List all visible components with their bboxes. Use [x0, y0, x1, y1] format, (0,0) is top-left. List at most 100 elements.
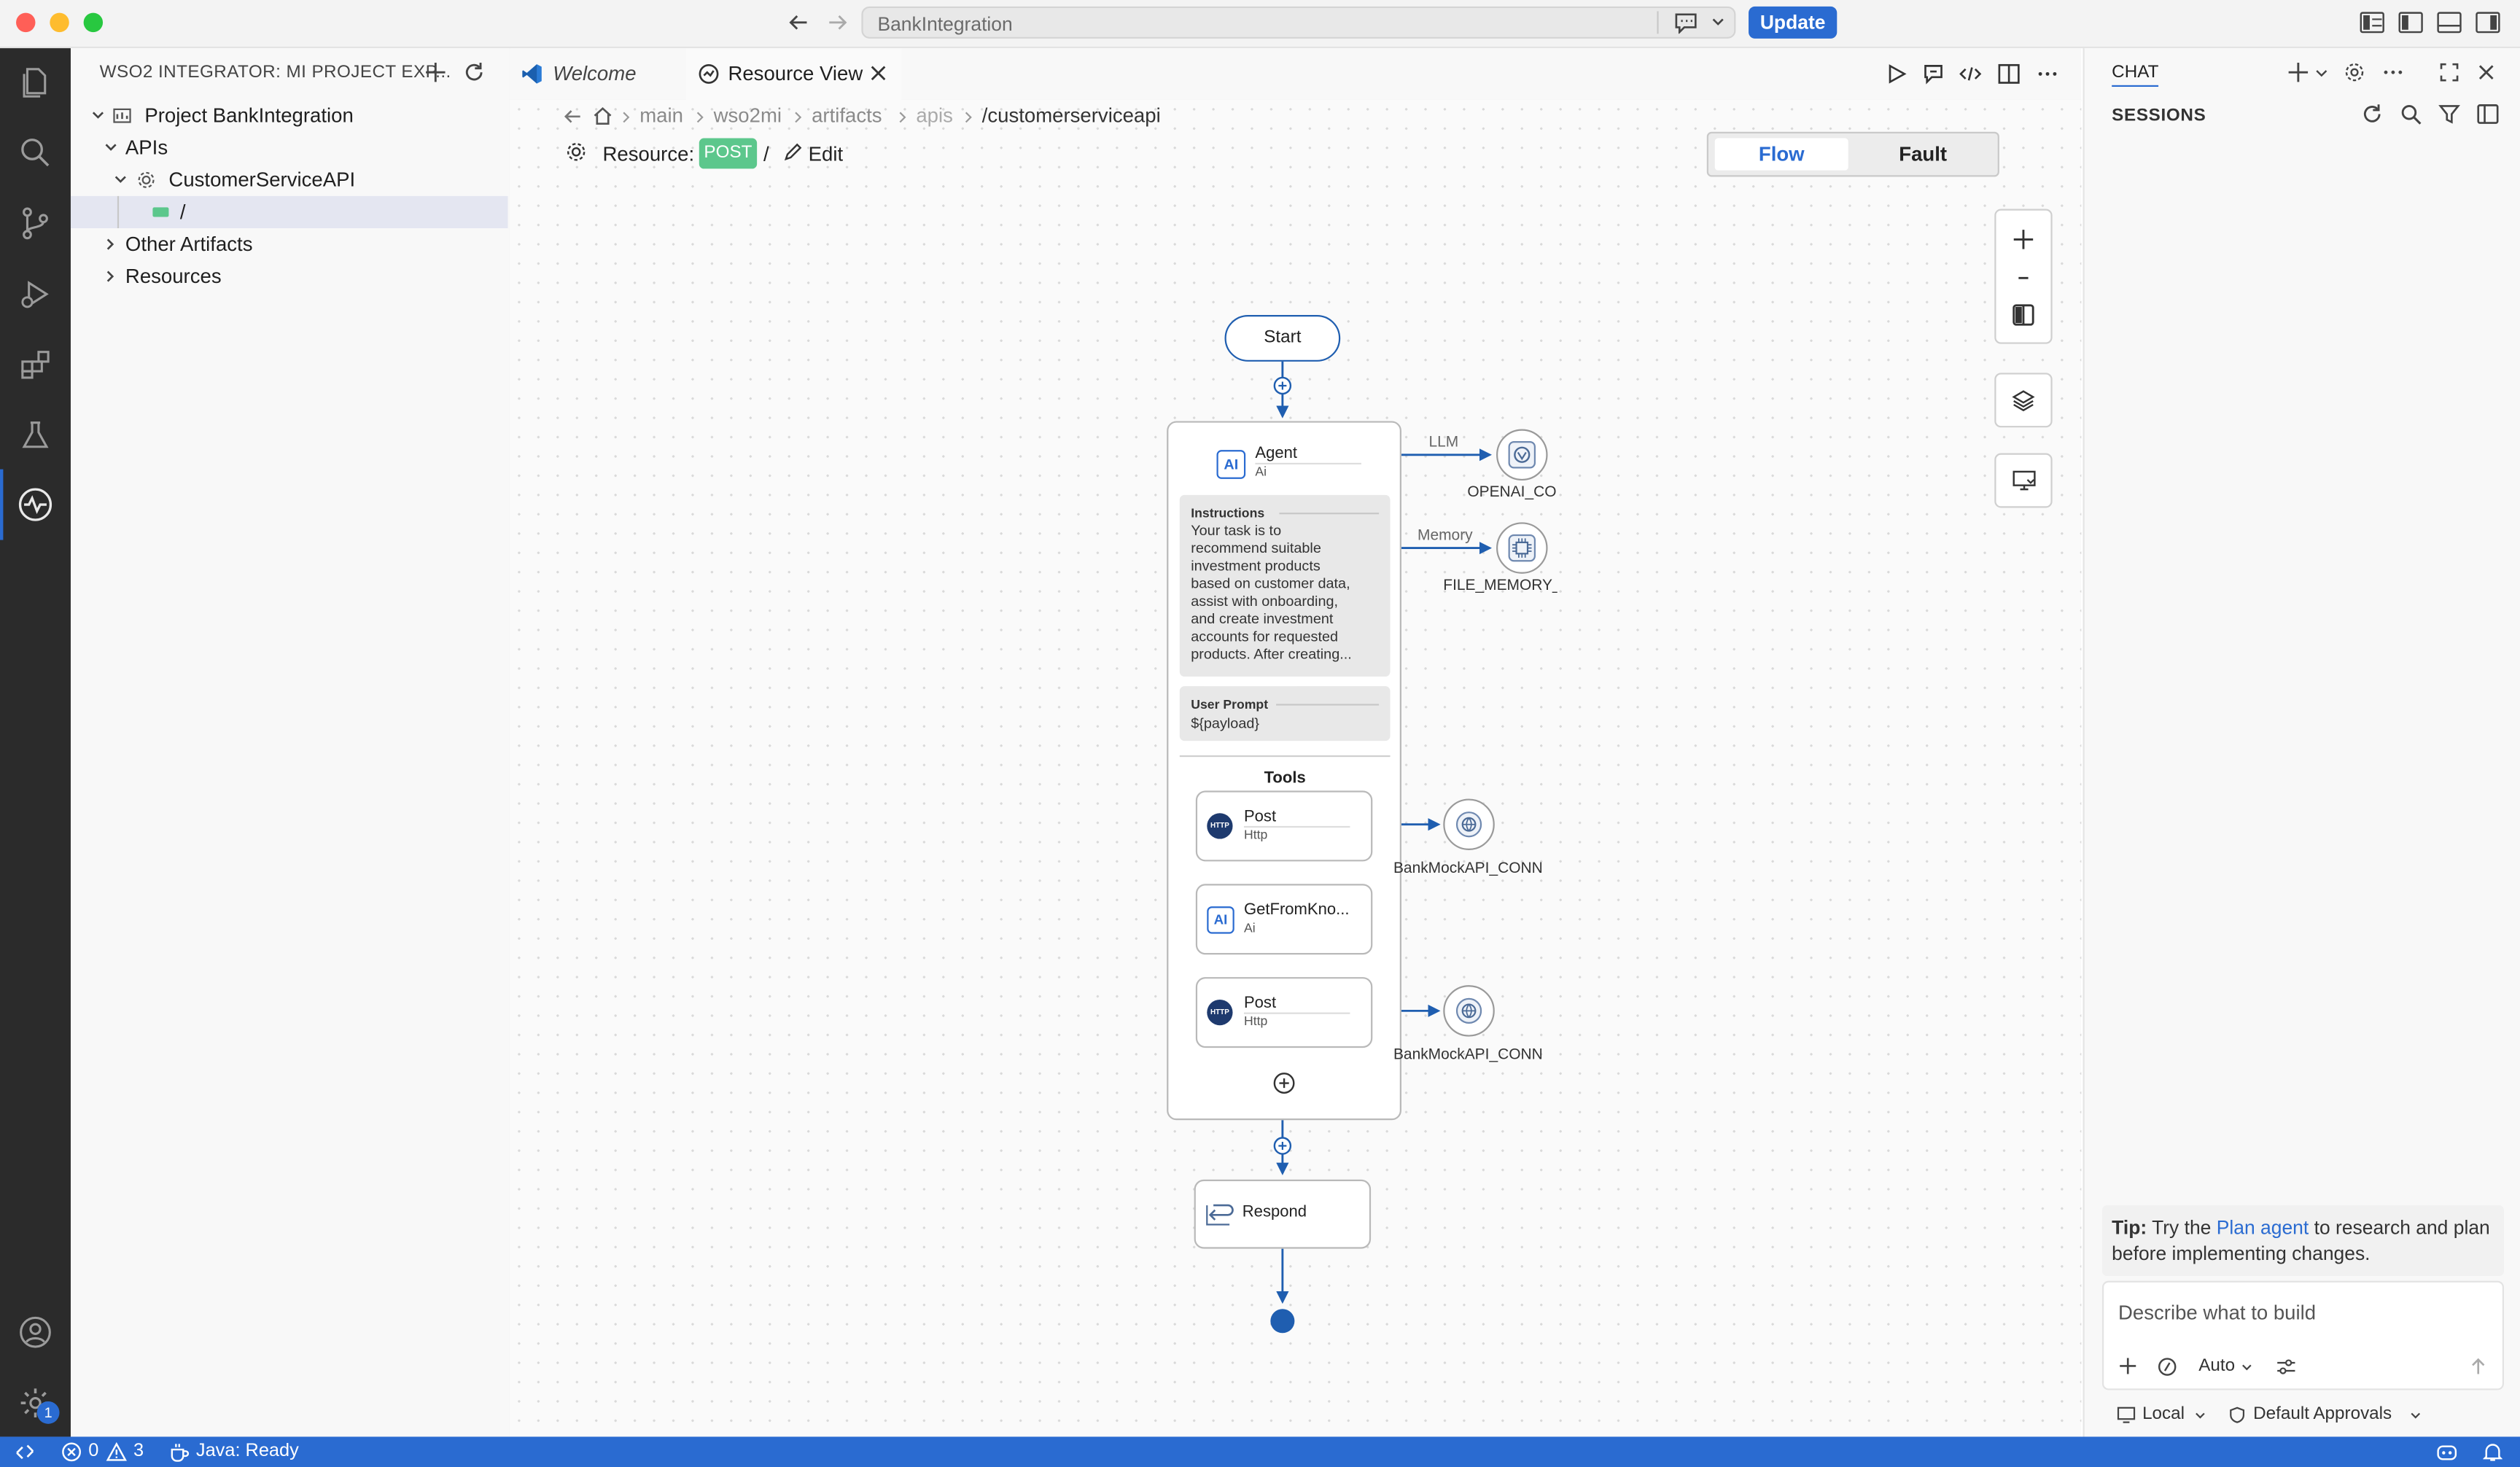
api-gear-icon	[136, 171, 155, 190]
settings-sliders-icon[interactable]	[2276, 1356, 2297, 1377]
active-indicator	[0, 469, 4, 540]
bank-mock-api-connector-2[interactable]	[1443, 985, 1495, 1037]
chat-tab[interactable]: CHAT	[2112, 63, 2159, 87]
minimize-window-button[interactable]	[50, 12, 69, 33]
warning-count[interactable]: 3	[133, 1441, 144, 1460]
split-editor-icon[interactable]	[1998, 63, 2021, 85]
tree-item-other-artifacts[interactable]: Other Artifacts	[71, 228, 508, 260]
post-method-icon	[152, 207, 169, 217]
explorer-icon[interactable]	[16, 63, 55, 101]
testing-flask-icon[interactable]	[16, 416, 55, 455]
chevron-down-icon[interactable]	[1710, 15, 1726, 31]
add-context-icon[interactable]	[2118, 1356, 2137, 1375]
toggle-secondary-sidebar-icon[interactable]	[2475, 11, 2500, 34]
chevron-down-icon[interactable]	[2194, 1409, 2207, 1423]
new-chat-icon[interactable]	[2287, 61, 2309, 84]
divider	[1657, 11, 1659, 34]
search-icon[interactable]	[16, 133, 55, 172]
tip-box: Tip: Try the Plan agent to research and …	[2101, 1205, 2504, 1277]
agent-subtitle: Ai	[1255, 464, 1267, 479]
tree-item-project[interactable]: Project BankIntegration	[71, 100, 508, 132]
instructions-line: and create investment	[1191, 610, 1334, 627]
toggle-sidebar-icon[interactable]	[2477, 103, 2500, 125]
java-status[interactable]: Java: Ready	[196, 1441, 299, 1460]
file-memory-connector[interactable]	[1496, 522, 1548, 574]
update-button[interactable]: Update	[1749, 6, 1838, 39]
command-center-search[interactable]: BankIntegration	[861, 6, 1736, 39]
remote-icon[interactable]	[15, 1441, 36, 1463]
back-arrow-icon[interactable]	[788, 11, 810, 34]
send-arrow-icon[interactable]	[2468, 1356, 2487, 1375]
chevron-down-icon[interactable]	[2409, 1409, 2422, 1423]
source-control-icon[interactable]	[16, 204, 55, 243]
approvals-picker[interactable]: Default Approvals	[2253, 1404, 2392, 1423]
filter-icon[interactable]	[2438, 103, 2461, 125]
instructions-line: assist with onboarding,	[1191, 593, 1339, 610]
toggle-primary-sidebar-icon[interactable]	[2398, 11, 2424, 34]
chat-input[interactable]: Describe what to build	[2118, 1301, 2316, 1324]
mode-picker[interactable]: Auto	[2198, 1356, 2235, 1375]
respond-node[interactable]: Respond	[1194, 1179, 1372, 1249]
copilot-icon[interactable]	[2435, 1441, 2459, 1463]
memory-chip-icon	[1507, 534, 1536, 563]
settings-gear-icon[interactable]	[2344, 61, 2366, 84]
agent-node[interactable]: AI Agent Ai Instructions Your task is to…	[1167, 421, 1401, 1121]
refresh-icon[interactable]	[2361, 103, 2384, 125]
tools-icon[interactable]	[2157, 1356, 2178, 1377]
account-icon[interactable]	[16, 1313, 55, 1352]
tree-item-apis[interactable]: APIs	[71, 132, 508, 164]
source-code-icon[interactable]	[1959, 63, 1982, 85]
more-icon[interactable]	[2381, 61, 2404, 84]
instructions-title: Instructions	[1191, 506, 1265, 521]
resource-diagram-canvas[interactable]: main wso2mi artifacts apis /customerserv…	[509, 99, 2082, 1437]
zoom-window-button[interactable]	[83, 12, 104, 33]
tab-resource-view[interactable]: Resource View	[686, 48, 902, 101]
tree-item-resource[interactable]: /	[70, 195, 508, 228]
tool-title: Post	[1243, 995, 1277, 1013]
tree-item-api[interactable]: CustomerServiceAPI	[71, 164, 508, 196]
openai-connector[interactable]	[1496, 429, 1548, 481]
debug-chat-icon[interactable]	[1922, 63, 1945, 85]
customize-layout-icon[interactable]	[2360, 11, 2385, 34]
add-tool-icon[interactable]	[1273, 1072, 1296, 1094]
wso2-integrator-icon[interactable]	[16, 486, 55, 524]
close-icon[interactable]	[2477, 63, 2496, 82]
chat-icon[interactable]	[1673, 11, 1698, 34]
user-prompt-section[interactable]: User Prompt ${payload}	[1179, 686, 1391, 742]
more-actions-icon[interactable]	[2037, 63, 2059, 85]
error-icon[interactable]	[61, 1441, 82, 1463]
local-picker[interactable]: Local	[2142, 1404, 2185, 1423]
warning-icon[interactable]	[106, 1441, 127, 1463]
extensions-icon[interactable]	[16, 346, 55, 384]
close-window-button[interactable]	[16, 12, 36, 33]
start-node[interactable]: Start	[1224, 315, 1341, 362]
instructions-section[interactable]: Instructions Your task is to recommend s…	[1179, 494, 1391, 677]
tree-label-project: Project BankIntegration	[144, 104, 354, 128]
respond-title: Respond	[1242, 1203, 1307, 1222]
bank-mock-api-connector-1[interactable]	[1443, 798, 1495, 850]
http-icon: HTTP	[1207, 999, 1233, 1026]
resource-view-icon	[698, 63, 720, 85]
tool-post-http-1[interactable]: HTTP Post Http	[1195, 790, 1373, 862]
chevron-down-icon[interactable]	[2241, 1361, 2254, 1374]
project-explorer-sidebar: WSO2 INTEGRATOR: MI PROJECT EXP... Proje…	[70, 48, 511, 1437]
tool-post-http-2[interactable]: HTTP Post Http	[1195, 977, 1373, 1048]
tree-item-resources[interactable]: Resources	[71, 260, 508, 292]
forward-arrow-icon[interactable]	[826, 11, 849, 34]
run-debug-icon[interactable]	[16, 275, 55, 314]
close-tab-icon[interactable]	[869, 64, 887, 82]
add-icon[interactable]	[424, 61, 447, 84]
maximize-icon[interactable]	[2438, 61, 2461, 84]
plan-agent-link[interactable]: Plan agent	[2217, 1217, 2309, 1240]
toggle-panel-icon[interactable]	[2436, 11, 2462, 34]
error-count[interactable]: 0	[88, 1441, 98, 1460]
tool-get-from-knowledge[interactable]: AI GetFromKno... Ai	[1195, 884, 1373, 955]
openai-connector-label: OPENAI_CO	[1467, 483, 1557, 502]
tab-welcome[interactable]: Welcome	[510, 48, 686, 100]
refresh-icon[interactable]	[463, 61, 486, 84]
run-icon[interactable]	[1885, 63, 1908, 85]
bell-icon[interactable]	[2483, 1441, 2502, 1463]
search-icon[interactable]	[2400, 103, 2422, 125]
chevron-down-icon[interactable]	[2314, 66, 2329, 80]
instructions-line: products. After creating...	[1191, 646, 1352, 663]
